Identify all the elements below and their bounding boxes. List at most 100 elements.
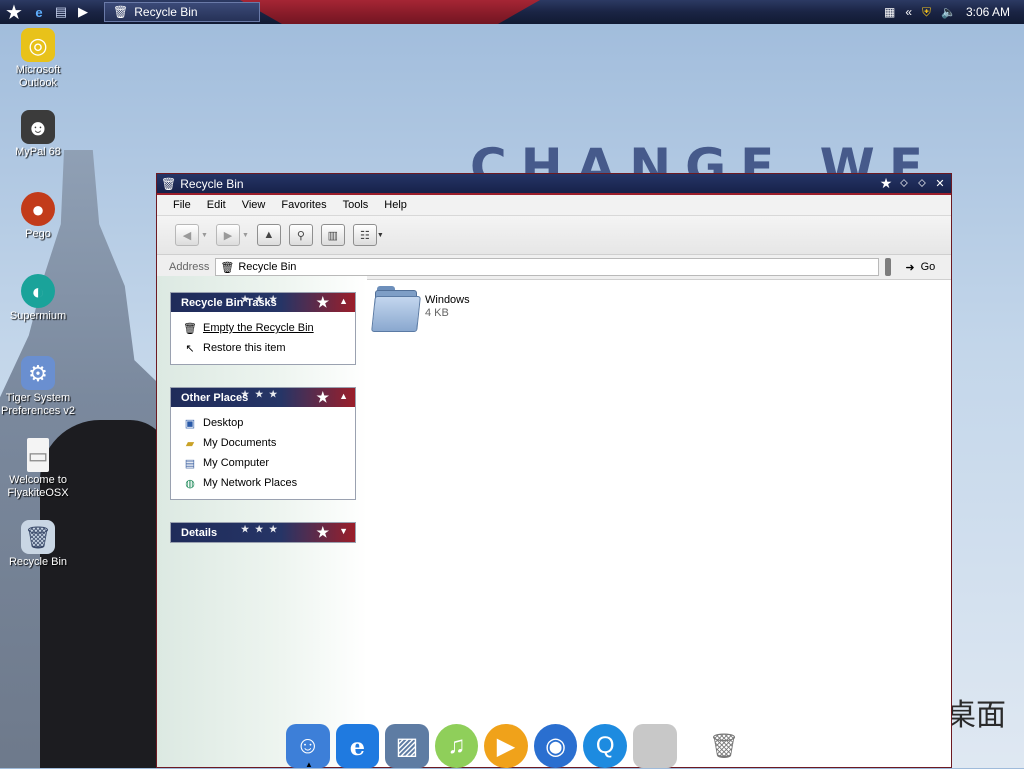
panel-header-tasks[interactable]: Recycle Bin Tasks ★★★ ★ ▲ [171, 293, 355, 312]
clock[interactable]: 3:06 AM [966, 5, 1010, 19]
desktop-icon-welcome[interactable]: ▭ Welcome to FlyakiteOSX [0, 438, 76, 500]
trash-icon[interactable]: 🗑 [703, 724, 747, 768]
place-label: My Documents [203, 437, 277, 449]
keyboard-icon[interactable]: ▦ [884, 5, 895, 19]
security-shield-icon[interactable]: ⛨ [922, 5, 931, 20]
back-arrow-icon: ◀ [182, 229, 192, 242]
desktop-icon-system-preferences[interactable]: ⚙ Tiger System Preferences v2 [0, 356, 76, 418]
desktop-icon-label: Welcome to FlyakiteOSX [7, 474, 69, 499]
system-tray: ▦ « ⛨ 🔈 3:06 AM [884, 0, 1010, 24]
panel-other-places: Other Places ★★★ ★ ▲ ▣ Desktop ▰ My Docu… [170, 387, 356, 500]
views-icon: ☷ [359, 229, 370, 242]
taskbar-flag-decoration [240, 0, 540, 24]
window-title: Recycle Bin [180, 176, 244, 191]
recycle-bin-icon: 🗑 [220, 261, 235, 274]
folder-icon [371, 286, 421, 332]
panel-title: Other Places [181, 391, 249, 404]
up-button[interactable]: ▲ [256, 224, 281, 246]
my-computer-icon: ▤ [184, 457, 196, 470]
system-preferences-dock-icon[interactable] [632, 724, 677, 768]
collapse-chevron-icon[interactable]: ▲ [339, 296, 348, 306]
menu-file[interactable]: File [165, 199, 199, 211]
place-my-computer[interactable]: ▤ My Computer [183, 453, 355, 473]
volume-icon[interactable]: 🔈 [941, 5, 956, 19]
panel-details: Details ★★★ ★ ▼ [170, 522, 356, 543]
start-button-star-icon[interactable]: ★ [0, 0, 28, 24]
minimize-button[interactable]: ⬦ [897, 177, 911, 191]
photo-app-icon[interactable]: ▨ [385, 724, 429, 768]
desktop-icon-recycle-bin[interactable]: 🗑 Recycle Bin [0, 520, 76, 569]
desktop-icon-pego[interactable]: ● Pego [0, 192, 76, 241]
views-dropdown-icon[interactable]: ▼ [377, 232, 384, 239]
go-button[interactable]: ➜ Go [897, 261, 943, 274]
forward-arrow-icon: ▶ [223, 229, 233, 242]
media-center-icon[interactable]: ◉ [533, 724, 578, 768]
close-button[interactable]: ✕ [933, 177, 947, 191]
window-star-icon[interactable]: ★ [879, 175, 893, 191]
panel-header-other-places[interactable]: Other Places ★★★ ★ ▲ [171, 388, 355, 407]
taskbar-button-label: Recycle Bin [134, 5, 198, 19]
search-button[interactable]: ⚲ [288, 224, 313, 246]
menu-help[interactable]: Help [376, 199, 415, 211]
folders-button[interactable]: ▥ [320, 224, 345, 246]
quicktime-icon[interactable]: Q [583, 724, 627, 768]
file-item-windows[interactable]: Windows 4 KB [371, 286, 470, 332]
internet-explorer-icon[interactable]: e [335, 724, 380, 768]
desktop-icon-label: Recycle Bin [8, 556, 68, 568]
internet-explorer-quicklaunch-icon[interactable]: e [28, 1, 50, 23]
address-dropdown-handle[interactable] [885, 258, 892, 276]
back-dropdown-icon[interactable]: ▼ [201, 232, 208, 239]
address-label: Address [169, 261, 210, 273]
media-player-icon[interactable]: ▶ [484, 724, 528, 768]
menu-tools[interactable]: Tools [335, 199, 377, 211]
system-preferences-icon: ⚙ [21, 356, 55, 390]
desktop-icon-label: Microsoft Outlook [15, 64, 61, 89]
pego-icon: ● [21, 192, 55, 226]
menu-view[interactable]: View [234, 199, 274, 211]
taskbar: ★ e ▤ ▶ 🗑 Recycle Bin ▦ « ⛨ 🔈 3:06 AM [0, 0, 1024, 24]
desktop-icon-mypal[interactable]: ☻ MyPal 68 [0, 110, 76, 159]
expand-chevron-icon[interactable]: ▼ [339, 526, 348, 536]
desktop-icon-label: MyPal 68 [15, 146, 61, 158]
outlook-icon: ◎ [21, 28, 55, 62]
collapse-chevron-icon[interactable]: ▲ [339, 391, 348, 401]
back-button[interactable]: ◀ [175, 224, 199, 246]
address-field[interactable]: 🗑 Recycle Bin [215, 258, 880, 276]
task-pane: Recycle Bin Tasks ★★★ ★ ▲ 🗑 Empty the Re… [157, 276, 367, 767]
stars-decoration-icon: ★★★ [241, 389, 284, 399]
menu-bar: File Edit View Favorites Tools Help [157, 195, 951, 216]
toolbar: ◀ ▼ ▶ ▼ ▲ ⚲ ▥ ☷ ▼ [157, 216, 951, 255]
maximize-button[interactable]: ⬦ [915, 177, 929, 191]
task-empty-recycle-bin[interactable]: 🗑 Empty the Recycle Bin [183, 318, 355, 338]
address-value: Recycle Bin [238, 261, 297, 273]
forward-dropdown-icon[interactable]: ▼ [242, 232, 249, 239]
star-icon: ★ [316, 389, 329, 405]
recycle-bin-icon: 🗑 [21, 520, 55, 554]
views-button[interactable]: ☷ [352, 224, 377, 246]
itunes-icon[interactable]: ♫ [434, 724, 479, 768]
place-my-documents[interactable]: ▰ My Documents [183, 433, 355, 453]
panel-header-details[interactable]: Details ★★★ ★ ▼ [171, 523, 355, 542]
place-network[interactable]: ◍ My Network Places [183, 473, 355, 493]
place-desktop[interactable]: ▣ Desktop [183, 413, 355, 433]
panel-recycle-bin-tasks: Recycle Bin Tasks ★★★ ★ ▲ 🗑 Empty the Re… [170, 292, 356, 365]
show-desktop-quicklaunch-icon[interactable]: ▤ [50, 1, 72, 23]
search-icon: ⚲ [296, 229, 305, 242]
menu-favorites[interactable]: Favorites [273, 199, 334, 211]
recycle-bin-icon: 🗑 [161, 176, 177, 191]
go-arrow-icon: ➜ [905, 261, 915, 274]
desktop-icon-label: Pego [25, 228, 51, 240]
go-label: Go [920, 261, 936, 273]
desktop-icon-supermium[interactable]: ◐ Supermium [0, 274, 76, 323]
file-name: Windows [425, 294, 470, 306]
menu-edit[interactable]: Edit [199, 199, 234, 211]
supermium-icon: ◐ [21, 274, 55, 308]
window-titlebar[interactable]: 🗑 Recycle Bin ★ ⬦ ⬦ ✕ [157, 174, 951, 195]
forward-button[interactable]: ▶ [215, 224, 240, 246]
recycle-bin-window: 🗑 Recycle Bin ★ ⬦ ⬦ ✕ File Edit View Fav… [156, 173, 952, 768]
desktop-icon-outlook[interactable]: ◎ Microsoft Outlook [0, 28, 76, 90]
taskbar-button-recycle-bin[interactable]: 🗑 Recycle Bin [104, 2, 260, 22]
media-player-quicklaunch-icon[interactable]: ▶ [72, 1, 94, 23]
task-restore-item[interactable]: ↖ Restore this item [183, 338, 355, 358]
tray-expand-chevron[interactable]: « [905, 5, 912, 19]
